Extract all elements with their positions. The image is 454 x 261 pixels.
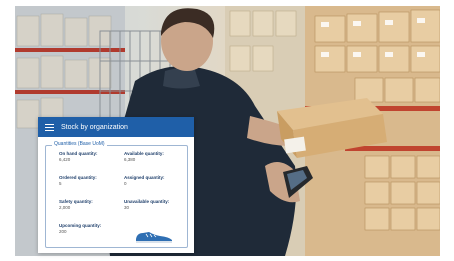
ordered-quantity-field: Ordered quantity: 5: [59, 175, 97, 187]
field-label: Unavailable quantity:: [124, 199, 170, 204]
field-label: Assigned quantity:: [124, 175, 165, 180]
stock-card: Stock by organization Quantities (Base U…: [38, 117, 194, 253]
field-value: 0: [124, 181, 127, 186]
upcoming-quantity-field: Upcoming quantity: 200: [59, 223, 101, 235]
hamburger-menu-icon[interactable]: [45, 123, 54, 131]
field-value: 6,420: [59, 157, 71, 162]
on-hand-quantity-field: On hand quantity: 6,420: [59, 151, 98, 163]
field-value: 30: [124, 205, 130, 210]
sneaker-icon: [136, 232, 172, 243]
card-title: Stock by organization: [61, 123, 128, 131]
assigned-quantity-field: Assigned quantity: 0: [124, 175, 165, 187]
field-label: Ordered quantity:: [59, 175, 97, 180]
available-quantity-field: Available quantity: 6,380: [124, 151, 164, 163]
field-value: 2,000: [59, 205, 71, 210]
safety-quantity-field: Safety quantity: 2,000: [59, 199, 93, 211]
card-header: Stock by organization: [38, 117, 194, 137]
field-value: 6,380: [124, 157, 136, 162]
quantities-panel: Quantities (Base UoM) On hand quantity: …: [45, 141, 188, 248]
panel-title: Quantities (Base UoM): [52, 141, 107, 147]
unavailable-quantity-field: Unavailable quantity: 30: [124, 199, 169, 211]
promo-scene: Stock by organization Quantities (Base U…: [0, 0, 454, 261]
field-value: 200: [59, 229, 67, 234]
field-value: 5: [59, 181, 62, 186]
